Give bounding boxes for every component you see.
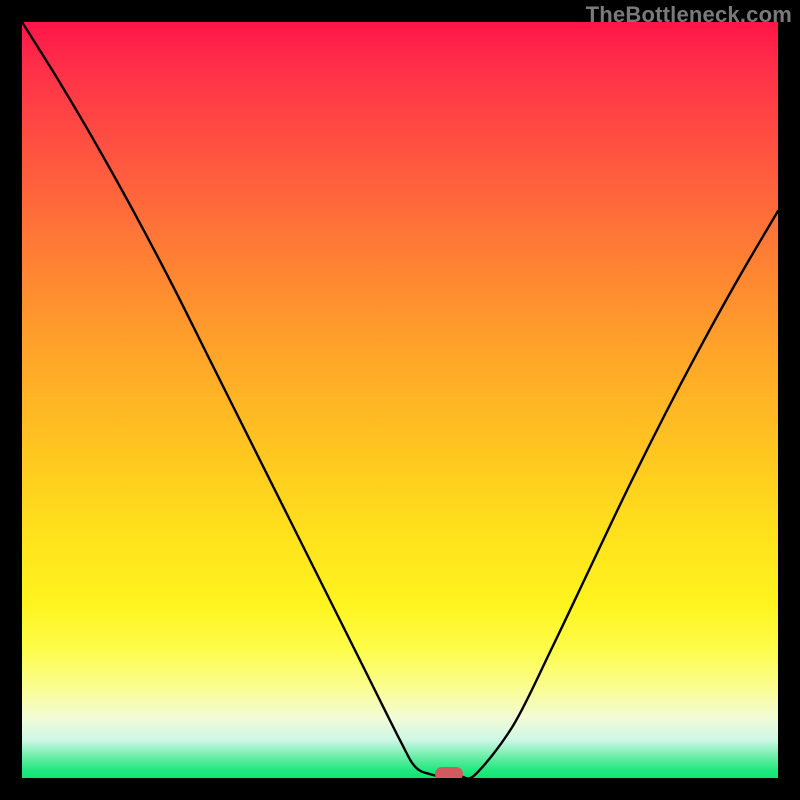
plot-area (22, 22, 778, 778)
bottleneck-curve-path (22, 22, 778, 778)
bottleneck-curve-layer (22, 22, 778, 778)
watermark-text: TheBottleneck.com (586, 2, 792, 28)
optimal-point-marker (435, 767, 463, 778)
chart-frame: TheBottleneck.com (0, 0, 800, 800)
